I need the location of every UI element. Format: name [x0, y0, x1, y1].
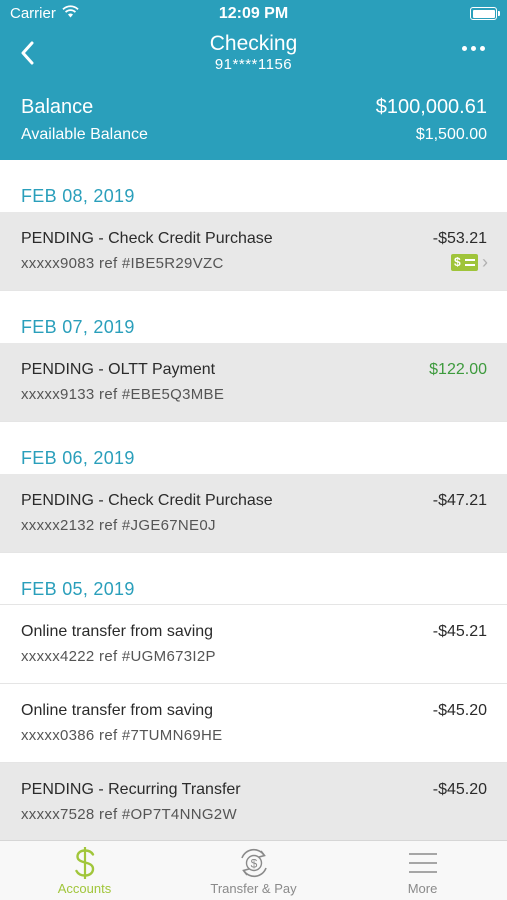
transaction-ref: xxxxx0386 ref #7TUMN69HE: [21, 727, 223, 744]
account-number: 91****1156: [214, 56, 293, 73]
date-header: FEB 06, 2019: [0, 422, 507, 474]
available-balance-row: Available Balance $1,500.00: [21, 126, 487, 144]
status-bar: Carrier 12:09 PM: [0, 0, 507, 28]
balance-value: $100,000.61: [375, 96, 487, 118]
balance-row: Balance $100,000.61: [21, 96, 487, 119]
transaction-amount: -$47.21: [432, 492, 487, 509]
transaction-row[interactable]: Online transfer from saving xxxxx4222 re…: [0, 605, 507, 684]
tab-label: Transfer & Pay: [210, 881, 297, 896]
page-title: Checking: [209, 32, 298, 55]
transaction-row[interactable]: PENDING - OLTT Payment xxxxx9133 ref #EB…: [0, 343, 507, 422]
transaction-row[interactable]: PENDING - Recurring Transfer xxxxx7528 r…: [0, 763, 507, 840]
svg-text:$: $: [250, 857, 257, 871]
transaction-description: PENDING - OLTT Payment: [21, 361, 216, 378]
more-options-button[interactable]: [460, 42, 487, 55]
transaction-amount: -$45.20: [432, 781, 487, 798]
tab-label: More: [407, 881, 438, 896]
transaction-ref: xxxxx9133 ref #EBE5Q3MBE: [21, 386, 225, 403]
check-image-link[interactable]: $ ›: [451, 252, 488, 272]
transaction-list[interactable]: FEB 08, 2019 PENDING - Check Credit Purc…: [0, 160, 507, 840]
transaction-amount: -$45.20: [432, 702, 487, 719]
battery-icon: [470, 7, 500, 20]
transfer-icon: $: [169, 841, 338, 881]
transaction-ref: xxxxx7528 ref #OP7T4NNG2W: [21, 806, 237, 823]
check-icon: $: [451, 254, 478, 271]
balance-label: Balance: [21, 96, 94, 118]
transaction-amount: -$45.21: [432, 623, 487, 640]
more-dot: [471, 46, 476, 51]
transaction-description: PENDING - Check Credit Purchase: [21, 230, 273, 247]
nav-bar: Checking 91****1156: [0, 28, 507, 80]
transaction-description: PENDING - Recurring Transfer: [21, 781, 241, 798]
available-balance-label: Available Balance: [21, 126, 148, 143]
transaction-description: Online transfer from saving: [21, 702, 214, 719]
date-header: FEB 07, 2019: [0, 291, 507, 343]
chevron-right-icon: ›: [482, 252, 488, 272]
tab-accounts[interactable]: Accounts: [0, 841, 169, 900]
date-header: FEB 08, 2019: [0, 160, 507, 212]
transaction-amount: $122.00: [429, 361, 487, 378]
transaction-ref: xxxxx9083 ref #IBE5R29VZC: [21, 255, 224, 272]
transaction-amount: -$53.21: [432, 230, 487, 247]
more-dot: [480, 46, 485, 51]
available-balance-value: $1,500.00: [415, 126, 487, 143]
account-header: Carrier 12:09 PM Checking 91****1156 Bal…: [0, 0, 507, 160]
tab-bar: Accounts $ Transfer & Pay More: [0, 840, 507, 900]
dollar-icon: [0, 841, 169, 881]
transaction-row[interactable]: PENDING - Check Credit Purchase xxxxx213…: [0, 474, 507, 553]
status-time: 12:09 PM: [218, 5, 289, 22]
menu-icon: [338, 841, 507, 881]
transaction-description: Online transfer from saving: [21, 623, 214, 640]
date-header: FEB 05, 2019: [0, 553, 507, 605]
transaction-ref: xxxxx4222 ref #UGM673I2P: [21, 648, 216, 665]
transaction-description: PENDING - Check Credit Purchase: [21, 492, 273, 509]
tab-more[interactable]: More: [338, 841, 507, 900]
tab-transfer-pay[interactable]: $ Transfer & Pay: [169, 841, 338, 900]
transaction-row[interactable]: PENDING - Check Credit Purchase xxxxx908…: [0, 212, 507, 291]
transaction-ref: xxxxx2132 ref #JGE67NE0J: [21, 517, 216, 534]
transaction-row[interactable]: Online transfer from saving xxxxx0386 re…: [0, 684, 507, 763]
more-dot: [462, 46, 467, 51]
tab-label: Accounts: [57, 881, 112, 896]
